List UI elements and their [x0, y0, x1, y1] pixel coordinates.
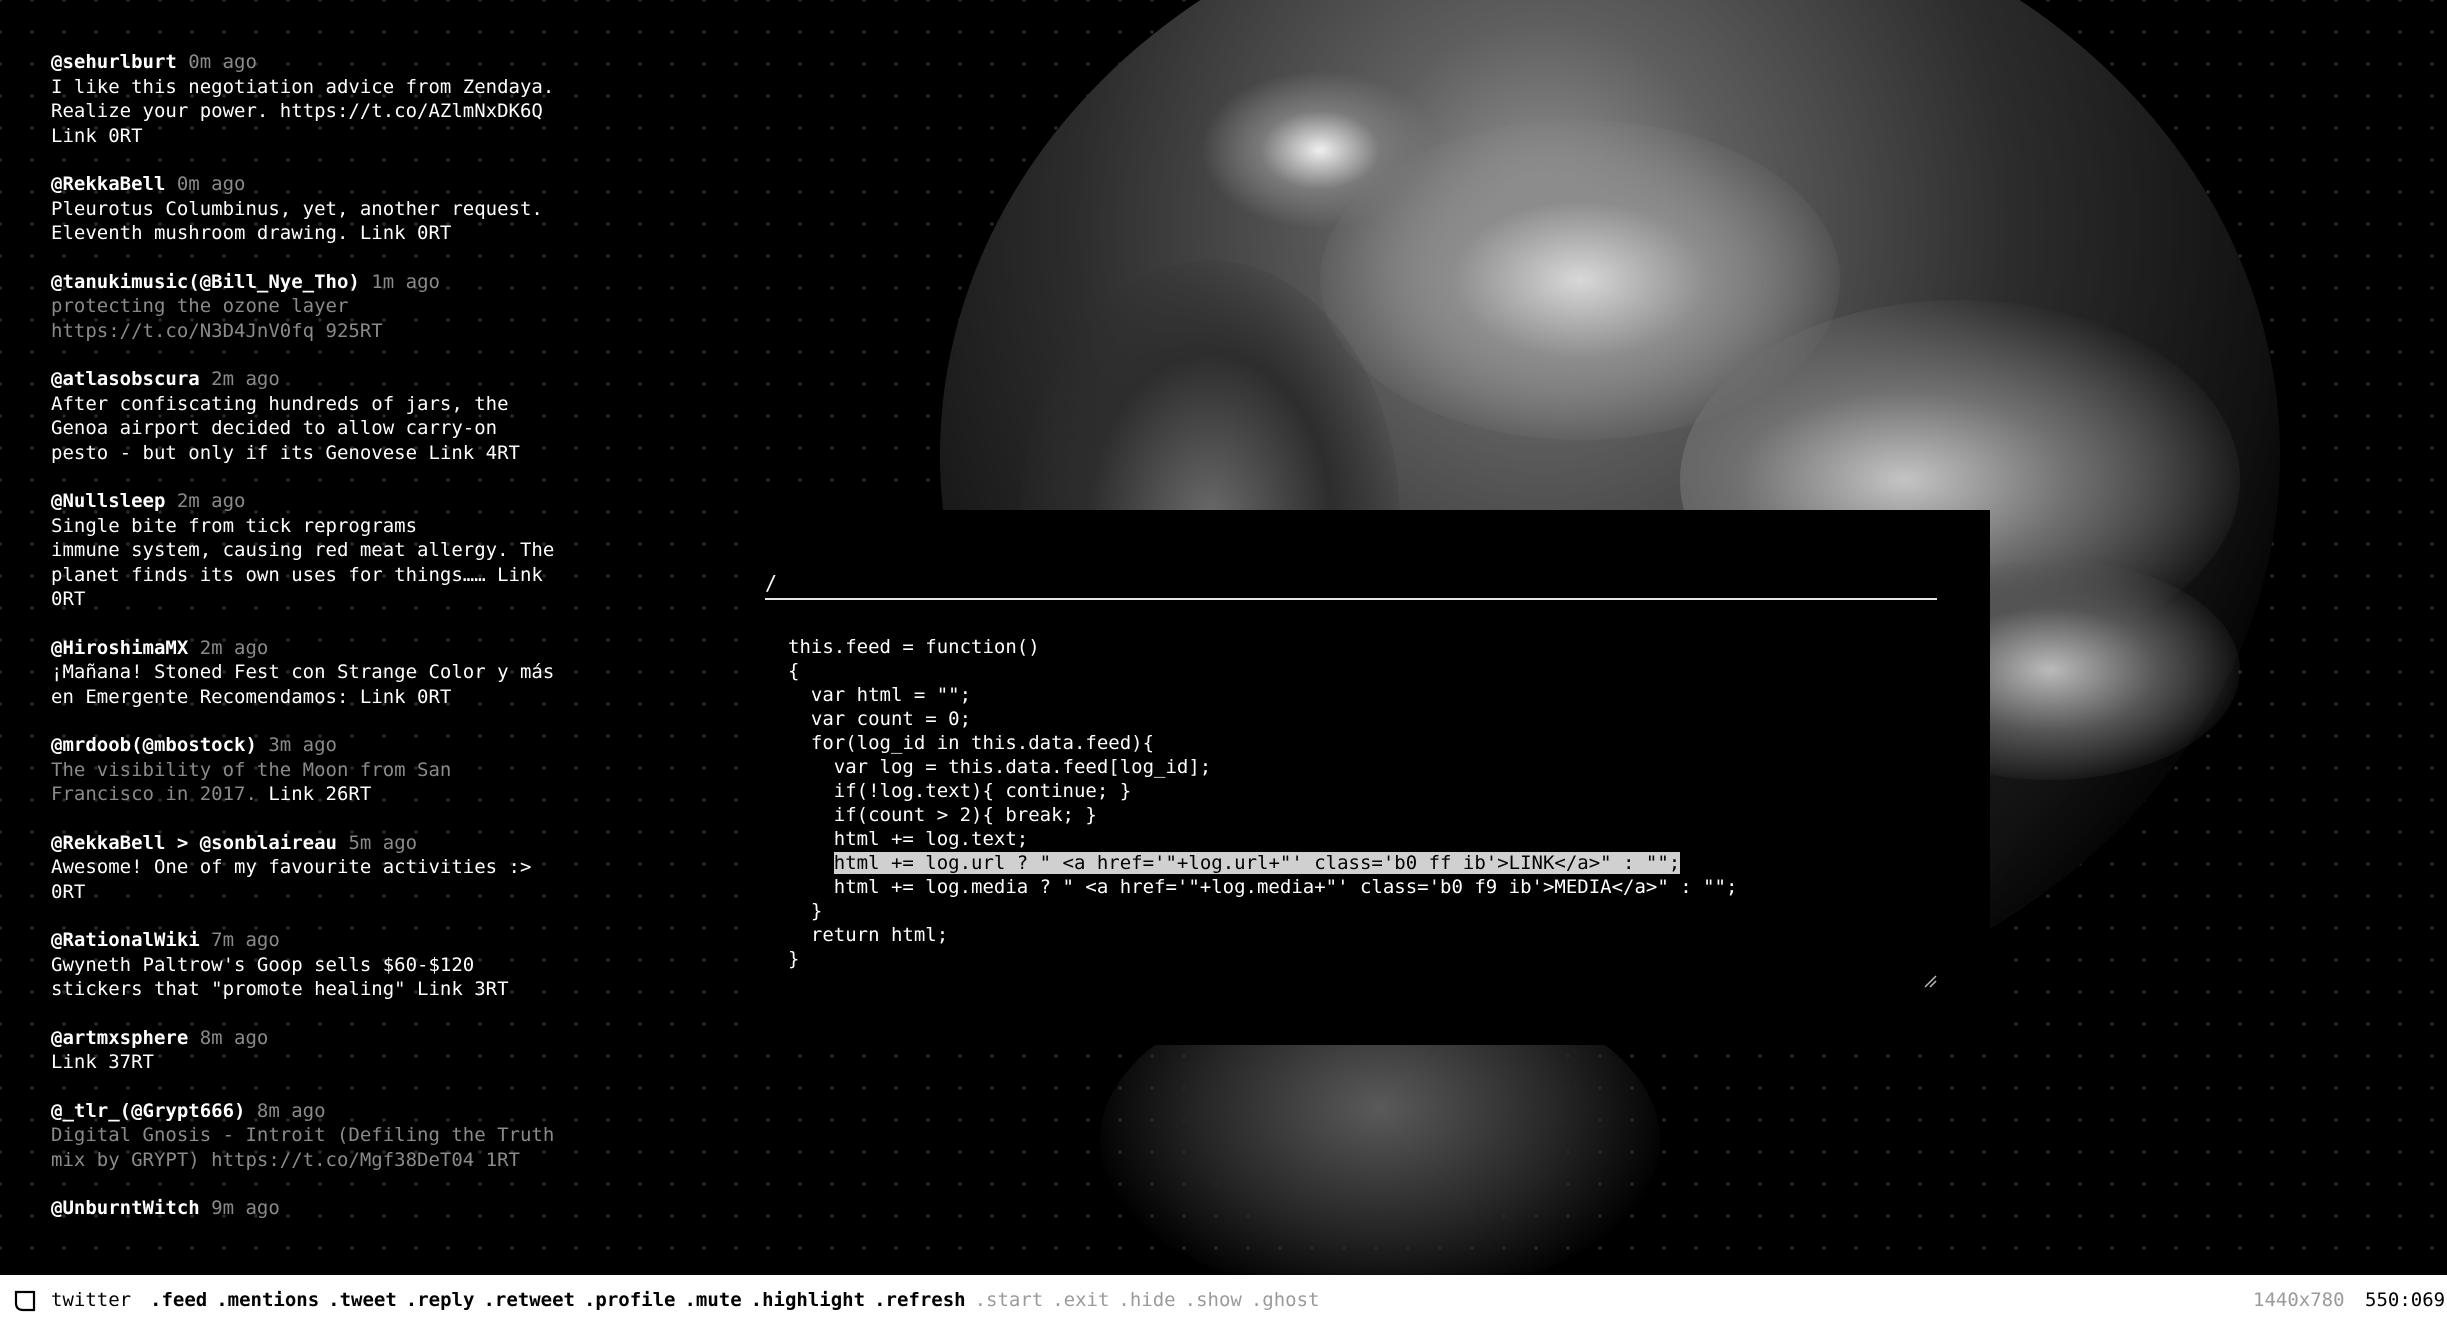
tweet-text: Awesome! One of my favourite activities …	[51, 855, 631, 904]
command-ghost[interactable]: .ghost	[1251, 1289, 1320, 1311]
tweet-item[interactable]: @RekkaBell > @sonblaireau 5m ago Awesome!…	[51, 831, 631, 905]
command-input[interactable]: /	[765, 568, 1937, 600]
code-after: html += log.media ? " <a href='"+log.med…	[788, 876, 1738, 970]
tweet-timestamp: 0m ago	[176, 173, 246, 195]
command-mute[interactable]: .mute	[684, 1289, 741, 1311]
tweet-username[interactable]: @RationalWiki	[51, 929, 200, 951]
app-window-icon[interactable]	[14, 1290, 36, 1312]
command-mentions[interactable]: .mentions	[216, 1289, 319, 1311]
status-bar: twitter .feed .mentions .tweet .reply .retwe…	[0, 1275, 2447, 1325]
tweet-item[interactable]: @mrdoob(@mbostock) 3m ago The visibility …	[51, 733, 631, 807]
tweet-item[interactable]: @HiroshimaMX 2m ago ¡Mañana! Stoned Fest …	[51, 636, 631, 710]
tweet-text-content: After confiscating hundreds of jars, the…	[51, 392, 520, 464]
tweet-timestamp: 5m ago	[348, 831, 418, 854]
command-list: .feed .mentions .tweet .reply .retweet .profi…	[150, 1275, 1328, 1325]
command-retweet[interactable]: .retweet	[483, 1289, 575, 1311]
tweet-timestamp: 3m ago	[268, 734, 337, 756]
tweet-link[interactable]: Link 26RT	[257, 783, 371, 805]
tweet-text-content: Awesome! One of my favourite activities …	[51, 856, 532, 903]
tweet-item[interactable]: @artmxsphere 8m ago Link 37RT	[51, 1026, 631, 1075]
tweet-text: Gwyneth Paltrow's Goop sells $60-$120 st…	[51, 953, 631, 1002]
twitter-feed[interactable]: @sehurlburt 0m ago I like this negotiatio…	[51, 50, 631, 1225]
tweet-header: @HiroshimaMX 2m ago	[51, 636, 631, 661]
tweet-timestamp: 1m ago	[371, 270, 440, 293]
tweet-text-content: Pleurotus Columbinus, yet, another reque…	[51, 197, 543, 245]
tweet-item[interactable]: @UnburntWitch 9m ago	[51, 1196, 631, 1221]
command-feed[interactable]: .feed	[150, 1289, 207, 1311]
tweet-item[interactable]: @RekkaBell 0m ago Pleurotus Columbinus, y…	[51, 172, 631, 246]
tweet-item[interactable]: @RationalWiki 7m ago Gwyneth Paltrow's Go…	[51, 928, 631, 1002]
tweet-header: @artmxsphere 8m ago	[51, 1026, 631, 1051]
tweet-text-content: I like this negotiation advice from Zend…	[51, 75, 555, 147]
tweet-timestamp: 7m ago	[211, 929, 280, 951]
tweet-timestamp: 9m ago	[211, 1197, 280, 1219]
tweet-timestamp: 8m ago	[256, 1099, 326, 1122]
tweet-username[interactable]: @UnburntWitch	[51, 1197, 200, 1219]
command-reply[interactable]: .reply	[406, 1289, 475, 1311]
code-before: this.feed = function() { var html = ""; …	[788, 636, 1212, 850]
cursor-position-readout: 550:069	[2365, 1289, 2446, 1311]
tweet-username[interactable]: @sehurlburt	[51, 51, 177, 73]
tweet-item[interactable]: @_tlr_(@Grypt666) 8m ago Digital Gnosis -…	[51, 1099, 631, 1173]
code-editor[interactable]: this.feed = function() { var html = ""; …	[788, 635, 1948, 995]
command-refresh[interactable]: .refresh	[874, 1289, 966, 1311]
tweet-header: @atlasobscura 2m ago	[51, 367, 631, 392]
tweet-timestamp: 2m ago	[211, 368, 280, 390]
tweet-text-content: Single bite from tick reprograms immune …	[51, 514, 555, 611]
tweet-text: After confiscating hundreds of jars, the…	[51, 392, 631, 466]
tweet-text: Digital Gnosis - Introit (Defiling the T…	[51, 1123, 631, 1172]
tweet-text-content: protecting the ozone layer https://t.co/…	[51, 295, 383, 342]
tweet-username[interactable]: @RekkaBell > @sonblaireau	[51, 832, 337, 854]
tweet-username[interactable]: @Nullsleep	[51, 490, 165, 512]
command-start[interactable]: .start	[975, 1289, 1044, 1311]
resolution-readout: 1440x780	[2253, 1289, 2345, 1311]
tweet-username[interactable]: @_tlr_(@Grypt666)	[51, 1100, 245, 1122]
tweet-username[interactable]: @mrdoob(@mbostock)	[51, 734, 257, 756]
tweet-text: Pleurotus Columbinus, yet, another reque…	[51, 197, 631, 246]
command-exit[interactable]: .exit	[1052, 1289, 1109, 1311]
tweet-text-content: Gwyneth Paltrow's Goop sells $60-$120 st…	[51, 953, 509, 1001]
tweet-header: @_tlr_(@Grypt666) 8m ago	[51, 1099, 631, 1124]
tweet-text: Single bite from tick reprograms immune …	[51, 514, 631, 612]
tweet-text-content: Digital Gnosis - Introit (Defiling the T…	[51, 1124, 555, 1171]
tweet-header: @RekkaBell 0m ago	[51, 172, 631, 197]
tweet-username[interactable]: @tanukimusic(@Bill_Nye_Tho)	[51, 271, 360, 293]
tweet-item[interactable]: @atlasobscura 2m ago After confiscating h…	[51, 367, 631, 465]
tweet-timestamp: 0m ago	[188, 51, 257, 73]
command-profile[interactable]: .profile	[584, 1289, 676, 1311]
tweet-username[interactable]: @RekkaBell	[51, 173, 165, 195]
tweet-header: @RekkaBell > @sonblaireau 5m ago	[51, 831, 631, 856]
code-selection: html += log.url ? " <a href='"+log.url+"…	[833, 852, 1681, 874]
tweet-text: protecting the ozone layer https://t.co/…	[51, 294, 631, 343]
tweet-header: @RationalWiki 7m ago	[51, 928, 631, 953]
tweet-header: @sehurlburt 0m ago	[51, 50, 631, 75]
tweet-item[interactable]: @sehurlburt 0m ago I like this negotiatio…	[51, 50, 631, 148]
tweet-header: @tanukimusic(@Bill_Nye_Tho) 1m ago	[51, 270, 631, 295]
tweet-timestamp: 2m ago	[176, 490, 246, 512]
tweet-item[interactable]: @Nullsleep 2m ago Single bite from tick r…	[51, 489, 631, 612]
console-panel[interactable]: / this.feed = function() { var html = ""…	[750, 510, 1990, 1045]
tweet-text-content: The visibility of the Moon from San Fran…	[51, 758, 452, 806]
tweet-header: @Nullsleep 2m ago	[51, 489, 631, 514]
tweet-text-content: ¡Mañana! Stoned Fest con Strange Color y…	[51, 661, 555, 708]
tweet-text: I like this negotiation advice from Zend…	[51, 75, 631, 149]
tweet-header: @UnburntWitch 9m ago	[51, 1196, 631, 1221]
app-name: twitter	[51, 1289, 132, 1311]
tweet-header: @mrdoob(@mbostock) 3m ago	[51, 733, 631, 758]
tweet-username[interactable]: @atlasobscura	[51, 368, 200, 390]
tweet-item[interactable]: @tanukimusic(@Bill_Nye_Tho) 1m ago protec…	[51, 270, 631, 344]
command-tweet[interactable]: .tweet	[328, 1289, 397, 1311]
command-highlight[interactable]: .highlight	[751, 1289, 865, 1311]
tweet-text: The visibility of the Moon from San Fran…	[51, 758, 631, 807]
tweet-text: Link 37RT	[51, 1050, 631, 1075]
command-hide[interactable]: .hide	[1118, 1289, 1175, 1311]
tweet-text-content: Link 37RT	[51, 1051, 154, 1073]
tweet-username[interactable]: @artmxsphere	[51, 1027, 188, 1049]
resize-grip-icon[interactable]	[1923, 974, 1937, 988]
tweet-text: ¡Mañana! Stoned Fest con Strange Color y…	[51, 660, 631, 709]
tweet-timestamp: 2m ago	[199, 636, 269, 659]
tweet-username[interactable]: @HiroshimaMX	[51, 637, 188, 659]
tweet-timestamp: 8m ago	[199, 1026, 269, 1049]
command-show[interactable]: .show	[1185, 1289, 1242, 1311]
